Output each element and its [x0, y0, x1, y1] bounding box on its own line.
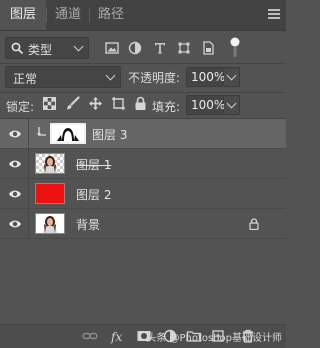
layer-row-layer-2[interactable]: 图层 2: [0, 179, 286, 209]
filter-shape-icon[interactable]: [176, 40, 192, 56]
filter-toggle-icon[interactable]: [229, 37, 241, 59]
blend-mode-select[interactable]: 正常: [5, 66, 121, 88]
clipping-mask-arrow-icon: [37, 127, 46, 136]
chevron-down-icon: [73, 41, 84, 52]
opacity-dropdown-button[interactable]: [224, 67, 240, 87]
layers-list: 图层 3 图层 1 图层 2 背景: [0, 119, 286, 324]
layer-name[interactable]: 背景: [76, 216, 100, 233]
eye-column-divider: [28, 179, 29, 209]
lock-label: 锁定:: [6, 100, 35, 114]
lock-icon[interactable]: [249, 218, 259, 230]
panel-bottom-toolbar: fx 头条 @Photoshop基础设计师: [0, 324, 286, 348]
layer-row-layer-3[interactable]: 图层 3: [0, 119, 286, 149]
filter-type-icon[interactable]: [152, 40, 168, 56]
visibility-eye-icon[interactable]: [8, 158, 22, 170]
layer-name[interactable]: 图层 1: [76, 156, 111, 173]
visibility-eye-icon[interactable]: [8, 128, 22, 140]
visibility-eye-icon[interactable]: [8, 218, 22, 230]
svg-text:fx: fx: [110, 330, 122, 344]
divider: [0, 63, 286, 64]
filter-adjustment-icon[interactable]: [127, 40, 143, 56]
layer-name[interactable]: 图层 3: [92, 126, 127, 143]
eye-column-divider: [28, 119, 29, 149]
panel-tab-bar: 图层 通道 路径: [0, 0, 286, 31]
tab-paths[interactable]: 路径: [90, 0, 132, 30]
lock-artboard-icon[interactable]: [111, 96, 126, 111]
opacity-label: 不透明度:: [128, 71, 181, 85]
filter-kind-select[interactable]: 类型: [5, 37, 89, 59]
chevron-down-icon: [105, 70, 116, 81]
layer-name[interactable]: 图层 2: [76, 186, 111, 203]
chevron-down-icon: [226, 98, 237, 109]
visibility-eye-icon[interactable]: [8, 188, 22, 200]
fill-input[interactable]: 100%: [186, 95, 226, 115]
layer-thumbnail: [35, 153, 65, 174]
tab-channels[interactable]: 通道: [47, 0, 89, 30]
layer-row-layer-1[interactable]: 图层 1: [0, 149, 286, 179]
divider: [0, 92, 286, 93]
fill-label: 填充:: [152, 100, 181, 114]
filter-smart-object-icon[interactable]: [200, 40, 216, 56]
eye-column-divider: [28, 149, 29, 179]
layer-thumbnail: [35, 183, 65, 204]
filter-kind-label: 类型: [28, 43, 53, 57]
layer-style-fx-icon[interactable]: fx: [110, 328, 126, 344]
eye-column-divider: [28, 209, 29, 239]
lock-transparent-pixels-icon[interactable]: [43, 97, 56, 110]
search-icon: [11, 42, 24, 55]
layer-row-background[interactable]: 背景: [0, 209, 286, 239]
panel-menu-icon[interactable]: [268, 9, 280, 21]
tab-layers[interactable]: 图层: [0, 0, 46, 30]
fill-dropdown-button[interactable]: [224, 95, 240, 115]
blend-mode-value: 正常: [13, 72, 38, 86]
lock-image-pixels-brush-icon[interactable]: [65, 96, 80, 111]
lock-position-move-icon[interactable]: [88, 96, 103, 111]
fill-value: 100%: [191, 98, 226, 112]
filter-pixel-icon[interactable]: [104, 40, 120, 56]
chevron-down-icon: [226, 70, 237, 81]
opacity-value: 100%: [191, 70, 226, 84]
link-layers-icon[interactable]: [82, 328, 98, 344]
layer-thumbnail: [35, 213, 65, 234]
opacity-input[interactable]: 100%: [186, 67, 226, 87]
watermark-text: 头条 @Photoshop基础设计师: [146, 333, 282, 344]
layers-panel: 图层 通道 路径 类型 正常 不透明度: 100% 锁定: 填充: 100% 图…: [0, 0, 286, 348]
layer-thumbnail: [50, 123, 86, 144]
lock-all-icon[interactable]: [134, 96, 147, 111]
